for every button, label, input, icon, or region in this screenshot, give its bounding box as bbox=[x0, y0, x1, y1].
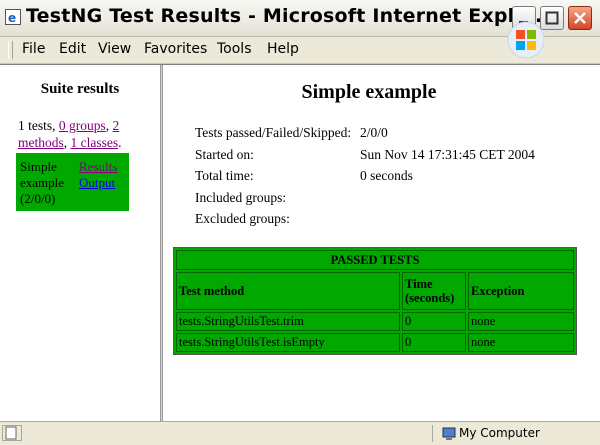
passed-tests-table: PASSED TESTS Test method Time (seconds) … bbox=[173, 247, 577, 355]
menu-favorites[interactable]: Favorites bbox=[144, 41, 207, 57]
output-link[interactable]: Output bbox=[79, 175, 115, 191]
status-text-pane bbox=[2, 425, 22, 441]
info-label-total-time: Total time: bbox=[195, 168, 254, 183]
column-header-test-method: Test method bbox=[176, 272, 400, 310]
results-link[interactable]: Results bbox=[79, 159, 117, 175]
classes-link[interactable]: 1 classes bbox=[71, 135, 119, 150]
info-label-started: Started on: bbox=[195, 147, 254, 162]
summary-end: . bbox=[118, 135, 122, 150]
table-caption: PASSED TESTS bbox=[176, 250, 574, 270]
table-row: tests.StringUtilsTest.isEmpty 0 none bbox=[176, 333, 574, 352]
windows-logo-watermark bbox=[507, 21, 545, 59]
info-value-summary: 2/0/0 bbox=[360, 125, 388, 140]
exception-cell: none bbox=[468, 312, 574, 331]
column-header-time: Time (seconds) bbox=[402, 272, 466, 310]
suite-frame: Suite results 1 tests, 0 groups, 2 metho… bbox=[0, 65, 160, 421]
toolbar-grip[interactable] bbox=[8, 41, 13, 59]
info-label-summary: Tests passed/Failed/Skipped: bbox=[195, 125, 352, 140]
column-header-exception: Exception bbox=[468, 272, 574, 310]
test-method-cell: tests.StringUtilsTest.isEmpty bbox=[176, 333, 400, 352]
summary-separator: , bbox=[63, 135, 68, 150]
time-cell: 0 bbox=[402, 312, 466, 331]
table-row: tests.StringUtilsTest.trim 0 none bbox=[176, 312, 574, 331]
tests-count: 1 tests, bbox=[18, 118, 56, 133]
status-bar: My Computer bbox=[0, 421, 600, 445]
summary-separator: , bbox=[105, 118, 110, 133]
window-title: TestNG Test Results - Microsoft Internet… bbox=[26, 5, 550, 27]
menu-tools[interactable]: Tools bbox=[217, 41, 252, 57]
page-icon bbox=[5, 426, 17, 440]
suite-summary: 1 tests, 0 groups, 2 methods, 1 classes. bbox=[18, 117, 153, 151]
svg-text:e: e bbox=[8, 11, 16, 25]
suite-status-box: Simple example (2/0/0) Results Output bbox=[16, 153, 129, 211]
computer-icon bbox=[442, 427, 456, 440]
exception-cell: none bbox=[468, 333, 574, 352]
info-label-included-groups: Included groups: bbox=[195, 190, 287, 205]
suite-results-heading: Suite results bbox=[40, 81, 120, 97]
time-cell: 0 bbox=[402, 333, 466, 352]
zone-label: My Computer bbox=[459, 426, 540, 440]
info-value-total-time: 0 seconds bbox=[360, 168, 413, 183]
menu-view[interactable]: View bbox=[98, 41, 131, 57]
menu-file[interactable]: File bbox=[22, 41, 45, 57]
ie-icon: e bbox=[5, 9, 21, 25]
suite-name: Simple example (2/0/0) bbox=[20, 159, 65, 206]
results-frame: Simple example Tests passed/Failed/Skipp… bbox=[163, 65, 600, 421]
browser-content: Suite results 1 tests, 0 groups, 2 metho… bbox=[0, 64, 600, 421]
menu-help[interactable]: Help bbox=[267, 41, 299, 57]
info-label-excluded-groups: Excluded groups: bbox=[195, 211, 290, 226]
groups-link[interactable]: 0 groups bbox=[59, 118, 106, 133]
menu-edit[interactable]: Edit bbox=[59, 41, 86, 57]
test-method-cell: tests.StringUtilsTest.trim bbox=[176, 312, 400, 331]
info-value-started: Sun Nov 14 17:31:45 CET 2004 bbox=[360, 147, 535, 162]
page-title: Simple example bbox=[301, 81, 437, 103]
security-zone[interactable]: My Computer bbox=[432, 425, 593, 442]
